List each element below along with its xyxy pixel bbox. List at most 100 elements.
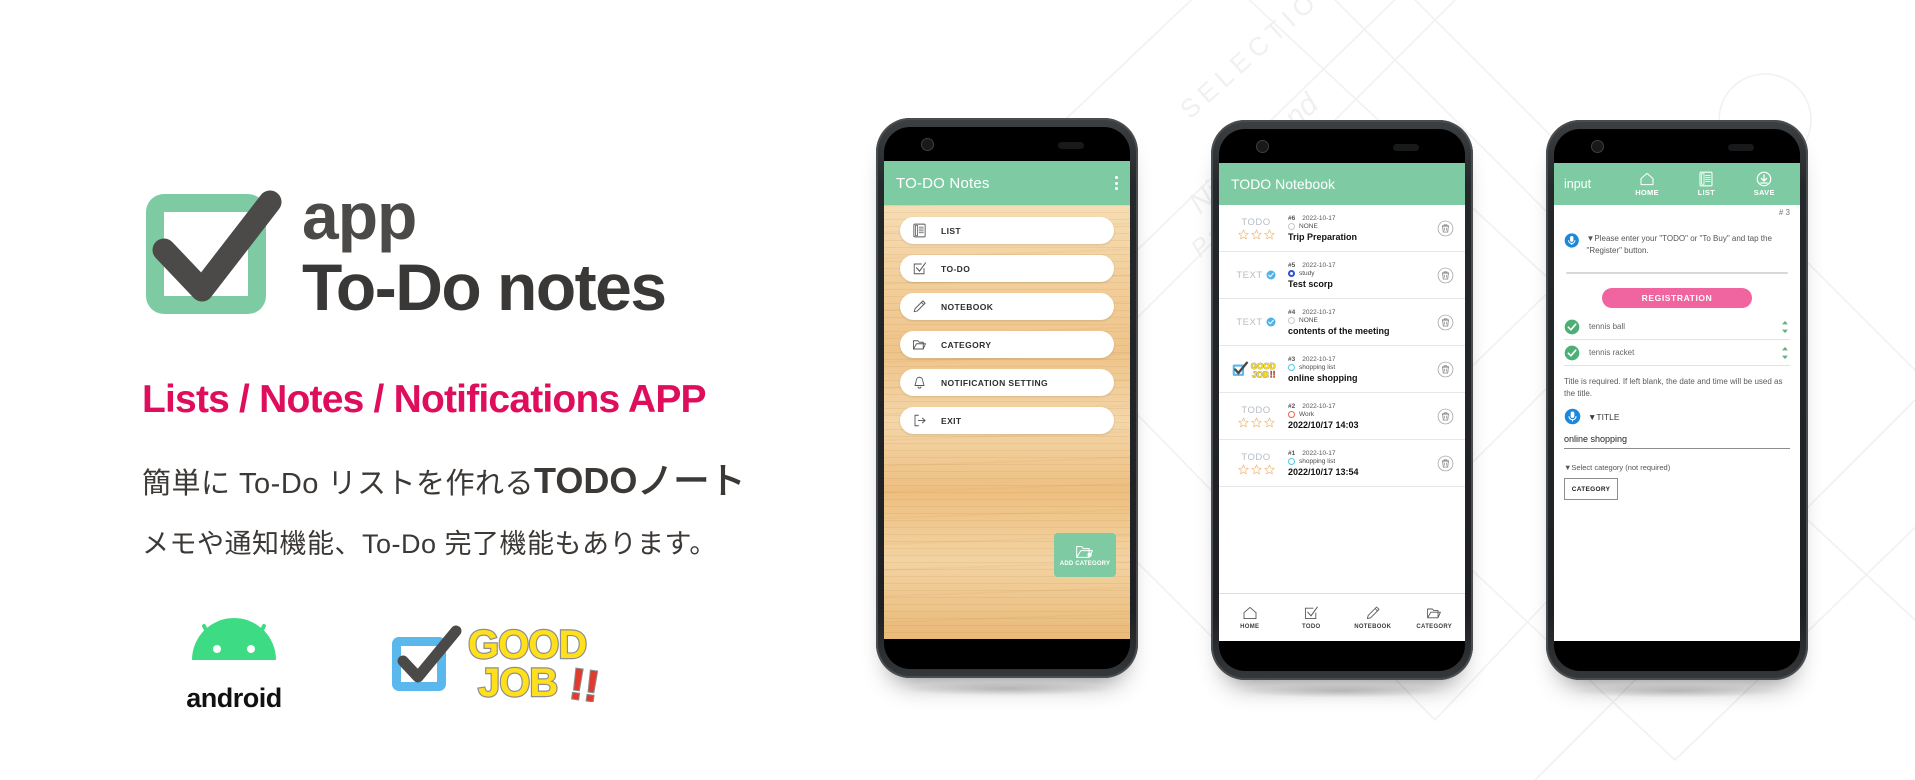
title-field-header: ▼TITLE bbox=[1564, 408, 1790, 425]
category-color-dot bbox=[1288, 269, 1295, 277]
japanese-line-2: メモや通知機能、To-Do 完了機能もあります。 bbox=[142, 529, 717, 559]
microphone-icon[interactable] bbox=[1564, 231, 1579, 250]
nav-item-category[interactable]: CATEGORY bbox=[1404, 605, 1466, 630]
item-title: contents of the meeting bbox=[1288, 325, 1390, 336]
star-rating[interactable] bbox=[1237, 464, 1275, 475]
item-id: #5 bbox=[1288, 261, 1296, 269]
registration-label: REGISTRATION bbox=[1641, 293, 1713, 304]
table-row[interactable]: TEXT #4 2022-10-17 NONE contents of the … bbox=[1219, 299, 1465, 346]
star-icon bbox=[1263, 417, 1275, 427]
item-id: #2 bbox=[1288, 402, 1296, 410]
save-download-icon bbox=[1756, 171, 1772, 187]
checklist-label: tennis racket bbox=[1589, 348, 1635, 358]
table-row[interactable]: TODO #6 2022-10-17 NONE Trip Preparation bbox=[1219, 205, 1465, 252]
category-color-dot bbox=[1288, 222, 1295, 230]
phone1-title: TO-DO Notes bbox=[896, 174, 990, 192]
delete-button[interactable] bbox=[1433, 361, 1457, 378]
item-id: #6 bbox=[1288, 214, 1296, 222]
item-date: 2022-10-17 bbox=[1302, 402, 1336, 410]
title-input[interactable]: online shopping bbox=[1564, 434, 1790, 450]
delete-button[interactable] bbox=[1433, 408, 1457, 425]
japanese-line-1-strong: TODOノート bbox=[533, 460, 746, 501]
item-kind: TODO bbox=[1228, 217, 1284, 240]
android-badge: android bbox=[170, 612, 298, 714]
pencil-icon bbox=[1366, 606, 1380, 620]
nav-item-todo[interactable]: TODO bbox=[1281, 605, 1343, 630]
star-icon bbox=[1263, 229, 1275, 239]
check-circle-icon bbox=[1564, 345, 1580, 361]
star-icon bbox=[1237, 417, 1249, 427]
item-details: #4 2022-10-17 NONE contents of the meeti… bbox=[1284, 309, 1433, 336]
goodjob-wordmark-icon: GOOD JOB !! bbox=[467, 622, 604, 702]
japanese-line-1: 簡単に To-Do リストを作れるTODOノート bbox=[142, 452, 745, 504]
phone1-appbar: TO-DO Notes bbox=[884, 161, 1130, 205]
left-promo-panel: app To-Do notes Lists / Notes / Notifica… bbox=[0, 0, 820, 780]
japanese-line-1-prefix: 簡単に To-Do リストを作れる bbox=[142, 468, 534, 500]
earpiece-speaker-icon bbox=[1393, 144, 1419, 151]
more-vertical-icon[interactable] bbox=[1115, 176, 1118, 190]
phone-mockup-menu: TO-DO Notes LIST TO-DO NOTEBOOK CATEGORY… bbox=[876, 118, 1138, 678]
item-category: shopping list bbox=[1299, 363, 1336, 371]
home-icon bbox=[1243, 606, 1257, 620]
item-title: 2022/10/17 13:54 bbox=[1288, 466, 1359, 477]
trash-icon bbox=[1437, 408, 1453, 424]
item-category: Work bbox=[1299, 410, 1315, 418]
phone2-appbar: TODO Notebook bbox=[1219, 163, 1465, 205]
folder-icon bbox=[913, 340, 926, 350]
category-color-dot bbox=[1288, 316, 1295, 324]
item-kind-label: TODO bbox=[1241, 404, 1271, 416]
menu-item-label: TO-DO bbox=[941, 263, 971, 274]
menu-item-exit[interactable]: EXIT bbox=[900, 407, 1114, 434]
add-category-button[interactable]: ADD CATEGORY bbox=[1054, 533, 1116, 577]
star-icon bbox=[1237, 229, 1249, 239]
bottom-navigation: HOME TODO NOTEBOOK CATEGORY bbox=[1219, 593, 1465, 641]
registration-button[interactable]: REGISTRATION bbox=[1602, 288, 1752, 309]
star-rating[interactable] bbox=[1237, 229, 1275, 240]
nav-item-label: CATEGORY bbox=[1416, 624, 1453, 630]
add-category-label: ADD CATEGORY bbox=[1059, 560, 1111, 567]
menu-item-notebook[interactable]: NOTEBOOK bbox=[900, 293, 1114, 320]
phone1-screen: TO-DO Notes LIST TO-DO NOTEBOOK CATEGORY… bbox=[884, 161, 1130, 639]
exit-icon bbox=[914, 414, 926, 427]
table-row[interactable]: TEXT #5 2022-10-17 study Test scorp bbox=[1219, 252, 1465, 299]
tagline: Lists / Notes / Notifications APP bbox=[142, 378, 707, 421]
delete-button[interactable] bbox=[1433, 267, 1457, 284]
action-list[interactable]: LIST bbox=[1697, 171, 1715, 197]
table-row[interactable]: TODO #1 2022-10-17 shopping list 2022/10… bbox=[1219, 440, 1465, 487]
action-home[interactable]: HOME bbox=[1635, 171, 1659, 197]
reorder-handle-icon[interactable] bbox=[1780, 320, 1790, 334]
delete-button[interactable] bbox=[1433, 220, 1457, 237]
nav-item-home[interactable]: HOME bbox=[1219, 605, 1281, 630]
completed-check-icon bbox=[1266, 270, 1276, 280]
phone2-title: TODO Notebook bbox=[1231, 176, 1336, 192]
item-kind: TEXT bbox=[1228, 317, 1284, 328]
table-row[interactable]: TODO #2 2022-10-17 Work 2022/10/17 14:03 bbox=[1219, 393, 1465, 440]
menu-item-todo[interactable]: TO-DO bbox=[900, 255, 1114, 282]
goodjob-checkbox-icon bbox=[392, 625, 462, 691]
star-rating[interactable] bbox=[1237, 417, 1275, 428]
checklist-item[interactable]: tennis racket bbox=[1564, 340, 1790, 367]
delete-button[interactable] bbox=[1433, 455, 1457, 472]
checkbox-icon bbox=[913, 262, 927, 275]
nav-item-notebook[interactable]: NOTEBOOK bbox=[1342, 605, 1404, 630]
checklist-item[interactable]: tennis ball bbox=[1564, 314, 1790, 341]
completed-check-icon bbox=[1266, 317, 1276, 327]
table-row[interactable]: GOOD JOB !! #3 2022-10-17 shopping list … bbox=[1219, 346, 1465, 393]
menu-item-label: EXIT bbox=[941, 415, 962, 426]
goodjob-badge: GOOD JOB !! bbox=[388, 618, 612, 702]
action-save[interactable]: SAVE bbox=[1754, 171, 1775, 197]
app-logo-row: app To-Do notes bbox=[142, 182, 667, 327]
notebook-item-list: TODO #6 2022-10-17 NONE Trip Preparation… bbox=[1219, 205, 1465, 593]
menu-item-category[interactable]: CATEGORY bbox=[900, 331, 1114, 358]
microphone-icon[interactable] bbox=[1564, 408, 1581, 425]
item-date: 2022-10-17 bbox=[1302, 449, 1336, 457]
menu-item-notification-setting[interactable]: NOTIFICATION SETTING bbox=[900, 369, 1114, 396]
earpiece-speaker-icon bbox=[1058, 142, 1084, 149]
category-color-dot bbox=[1288, 410, 1295, 418]
reorder-handle-icon[interactable] bbox=[1780, 346, 1790, 360]
star-icon bbox=[1263, 464, 1275, 474]
item-category: study bbox=[1299, 269, 1315, 277]
category-button[interactable]: CATEGORY bbox=[1564, 478, 1618, 501]
menu-item-list[interactable]: LIST bbox=[900, 217, 1114, 244]
delete-button[interactable] bbox=[1433, 314, 1457, 331]
